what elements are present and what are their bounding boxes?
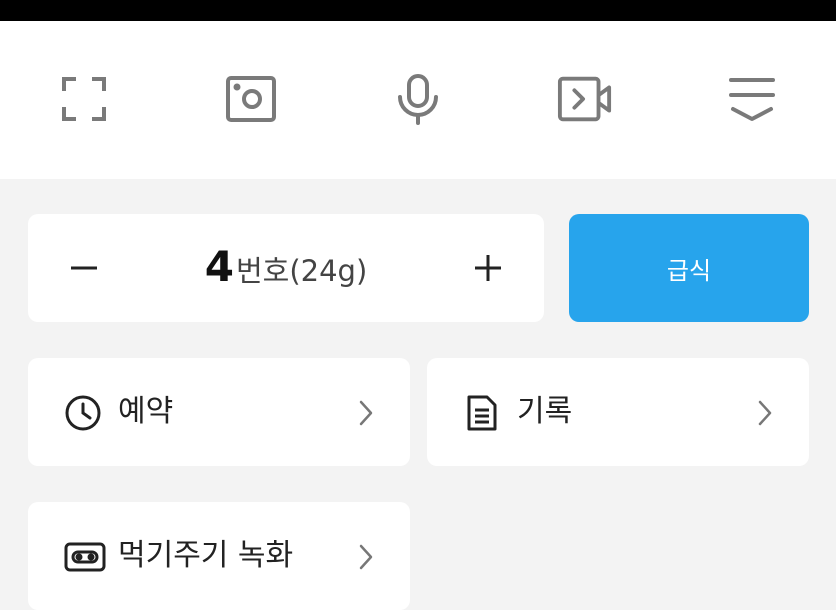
snapshot-icon — [226, 76, 276, 122]
clock-icon — [64, 394, 102, 432]
portion-unit: 번호 — [235, 254, 290, 288]
status-bar — [0, 0, 836, 21]
camera-toolbar — [0, 21, 836, 179]
decrease-portion-button[interactable] — [60, 244, 108, 292]
microphone-icon — [398, 74, 438, 125]
document-icon — [463, 394, 501, 432]
portion-number: 4 — [204, 242, 234, 291]
portion-selector: 4 번호 (24g) — [28, 214, 544, 322]
chevron-right-icon — [359, 544, 373, 570]
collapse-button[interactable] — [724, 71, 780, 127]
microphone-button[interactable] — [390, 71, 446, 127]
video-record-icon — [557, 76, 612, 122]
snapshot-button[interactable] — [223, 71, 279, 127]
fullscreen-icon — [62, 77, 106, 121]
cassette-icon — [64, 538, 106, 576]
portion-value: 4 번호 (24g) — [178, 242, 394, 294]
minus-icon — [71, 266, 97, 270]
records-menu-item[interactable]: 기록 — [427, 358, 809, 466]
feeding-record-menu-item[interactable]: 먹기주기 녹화 — [28, 502, 410, 610]
feeding-record-label: 먹기주기 녹화 — [118, 538, 294, 573]
feed-button[interactable]: 급식 — [569, 214, 809, 322]
chevron-right-icon — [359, 400, 373, 426]
portion-weight: (24g) — [289, 254, 368, 288]
plus-icon — [475, 255, 501, 281]
chevron-right-icon — [758, 400, 772, 426]
fullscreen-button[interactable] — [56, 71, 112, 127]
records-label: 기록 — [517, 394, 573, 429]
reserve-menu-item[interactable]: 예약 — [28, 358, 410, 466]
increase-portion-button[interactable] — [464, 244, 512, 292]
reserve-label: 예약 — [118, 394, 174, 429]
collapse-icon — [729, 78, 775, 121]
feed-button-label: 급식 — [666, 256, 712, 285]
video-record-button[interactable] — [557, 71, 613, 127]
